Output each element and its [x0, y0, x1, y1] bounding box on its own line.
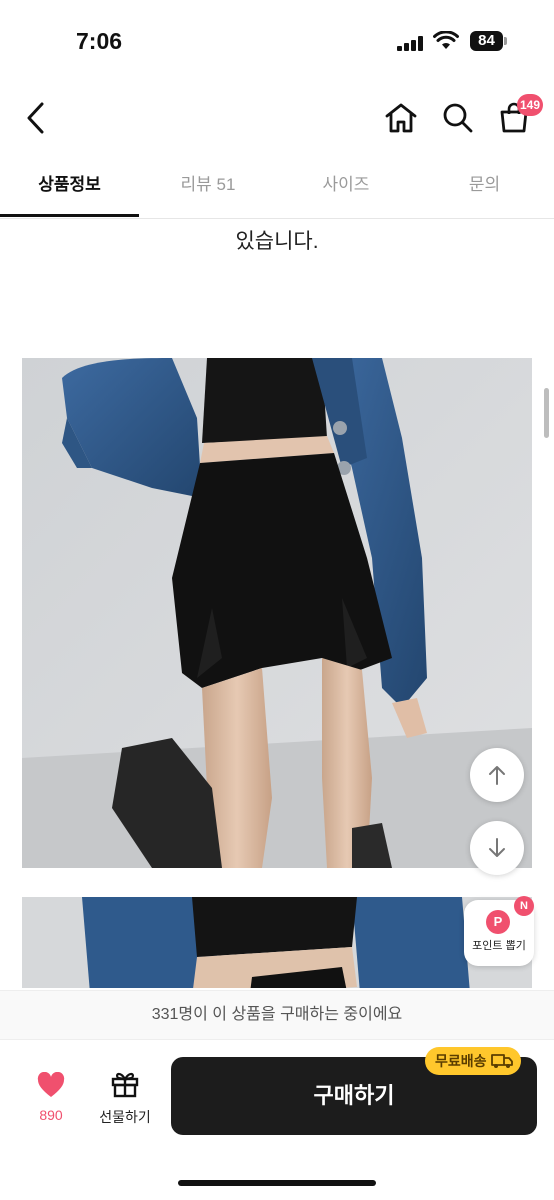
free-shipping-badge: 무료배송: [425, 1047, 521, 1075]
free-shipping-label: 무료배송: [435, 1053, 487, 1069]
scrollbar[interactable]: [544, 388, 549, 438]
gift-icon: [111, 1072, 139, 1098]
point-draw-button[interactable]: P N 포인트 뽑기: [464, 896, 534, 966]
point-badge-icon: P: [486, 910, 510, 934]
truck-icon: [490, 1054, 513, 1068]
new-badge: N: [514, 896, 534, 916]
product-tabs: 상품정보 리뷰 51 사이즈 문의: [0, 162, 554, 219]
tab-product-info[interactable]: 상품정보: [0, 162, 139, 218]
tab-reviews[interactable]: 리뷰 51: [139, 162, 277, 218]
arrow-up-icon: [489, 766, 505, 785]
gift-button[interactable]: 선물하기: [90, 1068, 160, 1127]
tab-inquiry[interactable]: 문의: [415, 162, 554, 218]
product-photo: [22, 358, 532, 868]
like-count: 890: [39, 1107, 63, 1123]
tab-size[interactable]: 사이즈: [277, 162, 415, 218]
like-button[interactable]: 890: [24, 1071, 78, 1123]
product-description-text: 있습니다.: [235, 230, 319, 253]
cart-count-badge: 149: [517, 94, 543, 116]
home-indicator[interactable]: [178, 1180, 376, 1186]
buyers-notice: 331명이 이 상품을 구매하는 중이에요: [0, 990, 554, 1040]
cellular-signal-icon: [397, 35, 427, 51]
battery-cap: [504, 37, 507, 45]
heart-icon: [37, 1071, 65, 1097]
wifi-icon: [433, 30, 459, 51]
search-icon[interactable]: [440, 100, 476, 136]
scroll-down-button[interactable]: [470, 821, 524, 875]
arrow-down-icon: [489, 838, 505, 857]
scroll-up-button[interactable]: [470, 748, 524, 802]
active-tab-indicator: [0, 214, 139, 217]
battery-indicator: 84: [470, 31, 503, 51]
home-icon[interactable]: [382, 100, 420, 136]
status-time: 7:06: [76, 28, 123, 54]
gift-label: 선물하기: [99, 1109, 151, 1125]
back-icon[interactable]: [18, 98, 52, 138]
point-draw-label: 포인트 뽑기: [472, 940, 526, 952]
